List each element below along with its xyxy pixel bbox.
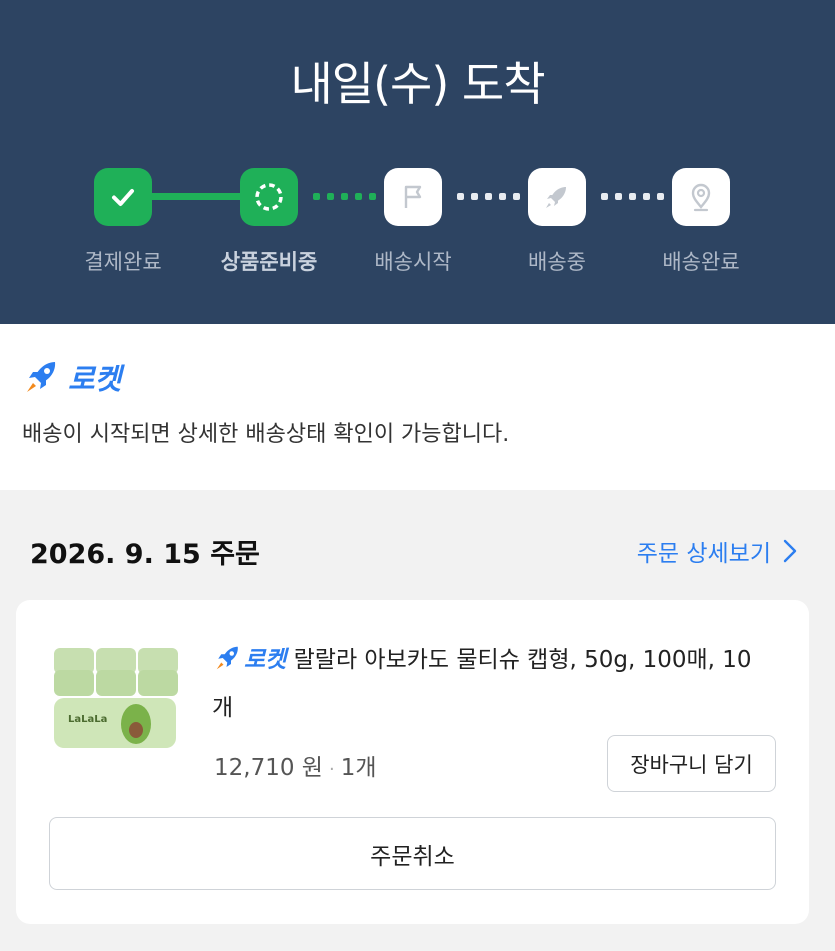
location-pin-icon — [691, 183, 711, 212]
price-row: 12,710 원 · 1개 — [214, 748, 376, 782]
check-icon — [112, 189, 134, 206]
rocket-notice-section — [0, 324, 835, 490]
separator-dot: · — [328, 759, 335, 780]
step-label-in-transit: 배송중 — [528, 250, 586, 274]
rocket-icon — [216, 646, 238, 670]
delivery-status-header: 내일(수) 도착 결제완료 상품준비중 배송시작 배송중 배송완료 — [0, 0, 835, 324]
flag-icon — [404, 185, 422, 208]
cancel-order-button[interactable]: 주문취소 — [49, 817, 776, 890]
add-to-cart-button[interactable]: 장바구니 담기 — [607, 735, 776, 792]
chevron-right-icon — [783, 539, 797, 563]
progress-connector-pending — [601, 193, 664, 200]
rocket-badge-label: 로켓 — [68, 362, 122, 396]
rocket-icon — [546, 187, 566, 208]
product-name[interactable]: 로켓 랄랄라 아보카도 물티슈 캡형, 50g, 100매, 10개 — [212, 636, 772, 732]
order-detail-label: 주문 상세보기 — [636, 541, 771, 567]
order-detail-link[interactable]: 주문 상세보기 — [637, 534, 797, 568]
product-rocket-label: 로켓 — [244, 647, 287, 673]
product-thumbnail[interactable]: LaLaLa — [50, 640, 180, 756]
rocket-badge: 로켓 — [22, 356, 121, 398]
progress-connector-current — [313, 193, 376, 200]
notice-message: 배송이 시작되면 상세한 배송상태 확인이 가능합니다. — [22, 422, 510, 447]
progress-connector-pending — [457, 193, 520, 200]
step-label-payment-complete: 결제완료 — [84, 250, 162, 274]
step-in-transit — [528, 168, 586, 226]
arrival-title: 내일(수) 도착 — [290, 57, 545, 111]
step-label-shipping-start: 배송시작 — [374, 250, 452, 274]
product-price: 12,710 원 — [214, 755, 323, 781]
step-shipping-start — [384, 168, 442, 226]
product-image: LaLaLa — [54, 648, 178, 748]
order-date: 2026. 9. 15 주문 — [30, 539, 260, 570]
step-preparing — [240, 168, 298, 226]
rocket-icon — [27, 362, 56, 392]
product-quantity: 1개 — [340, 755, 377, 781]
product-brand-text: LaLaLa — [68, 714, 107, 725]
product-title: 랄랄라 아보카도 물티슈 캡형, 50g, 100매, 10개 — [212, 647, 752, 721]
step-label-delivered: 배송완료 — [662, 250, 740, 274]
step-delivered — [672, 168, 730, 226]
dashed-circle-icon — [255, 183, 283, 211]
step-payment-complete — [94, 168, 152, 226]
progress-connector-done — [150, 193, 244, 200]
step-label-preparing: 상품준비중 — [220, 250, 318, 274]
